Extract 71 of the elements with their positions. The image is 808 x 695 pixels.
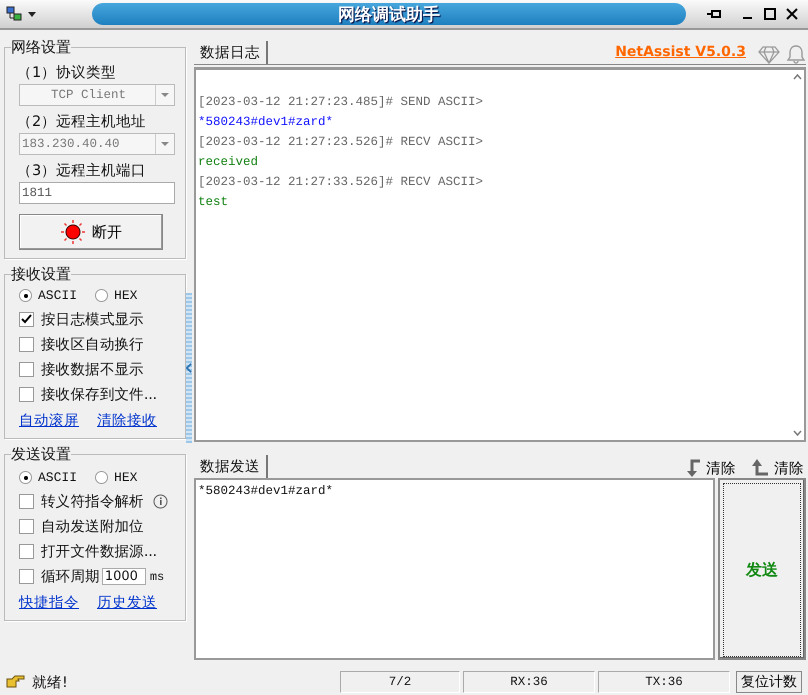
option-label: 接收保存到文件... <box>41 386 157 404</box>
disconnect-button[interactable]: 断开 <box>19 214 163 250</box>
pin-icon[interactable] <box>706 8 722 20</box>
radio-icon[interactable] <box>19 289 32 302</box>
window-title: 网络调试助手 <box>338 4 440 26</box>
app-icon[interactable] <box>6 6 22 22</box>
log-line: [2023-03-12 21:27:33.526]# RECV ASCII> <box>198 174 484 191</box>
option-label: 按日志模式显示 <box>41 311 144 329</box>
status-light-icon <box>60 219 86 245</box>
clear-button[interactable]: 清除 <box>682 458 738 478</box>
radio-icon[interactable] <box>95 289 108 302</box>
checkbox[interactable] <box>19 519 34 534</box>
radio-icon[interactable] <box>95 471 108 484</box>
close-icon[interactable] <box>786 8 798 20</box>
checkbox[interactable] <box>19 312 34 327</box>
host-dropdown[interactable]: 183.230.40.40 <box>19 133 175 155</box>
checkbox[interactable] <box>19 544 34 559</box>
field-label: （2）远程主机地址 <box>17 112 148 131</box>
log-line: [2023-03-12 21:27:23.485]# SEND ASCII> <box>198 94 484 111</box>
option-label: 接收区自动换行 <box>41 336 144 354</box>
action-link[interactable]: 快捷指令 <box>19 593 79 612</box>
scroll-up-icon[interactable] <box>793 74 802 80</box>
checkbox[interactable] <box>19 387 34 402</box>
field-label: （3）远程主机端口 <box>17 162 148 180</box>
option-label: 打开文件数据源... <box>41 543 157 561</box>
tx-cell: TX:36 <box>598 671 730 693</box>
mode-radio[interactable]: ASCII <box>19 288 78 303</box>
option-label: 循环周期 <box>41 568 100 586</box>
log-line: test <box>198 194 230 211</box>
count-cell: 7/2 <box>340 671 460 693</box>
radio-icon[interactable] <box>19 471 32 484</box>
splitter-handle[interactable] <box>186 293 192 443</box>
action-link[interactable]: 清除接收 <box>97 411 157 430</box>
option-label: 转义符指令解析 <box>41 492 144 511</box>
group-title: 发送设置 <box>11 445 71 464</box>
group-title: 网络设置 <box>11 38 71 57</box>
log-line: [2023-03-12 21:27:23.526]# RECV ASCII> <box>198 134 484 151</box>
group-title: 接收设置 <box>11 265 71 284</box>
send-input[interactable]: *580243#dev1#zard* <box>194 478 715 660</box>
status-message: 就绪! <box>32 674 68 692</box>
checkbox[interactable] <box>19 337 34 352</box>
diamond-icon[interactable] <box>758 46 780 64</box>
mode-radio[interactable]: ASCII <box>19 470 78 485</box>
period-field[interactable]: 1000 <box>102 568 146 585</box>
option-label: 接收数据不显示 <box>41 361 144 379</box>
action-link[interactable]: 自动滚屏 <box>19 411 79 430</box>
reset-count-button[interactable]: 复位计数 <box>736 671 802 693</box>
mode-radio[interactable]: HEX <box>95 470 138 485</box>
dropdown-caret-icon[interactable] <box>28 12 36 16</box>
log-line: received <box>198 154 260 171</box>
checkbox[interactable] <box>19 569 34 584</box>
field-label: （1）协议类型 <box>17 64 118 82</box>
rx-cell: RX:36 <box>463 671 595 693</box>
scroll-down-icon[interactable] <box>793 430 802 436</box>
action-link[interactable]: 历史发送 <box>97 593 157 612</box>
bell-icon[interactable] <box>786 44 806 64</box>
mode-radio[interactable]: HEX <box>95 288 138 303</box>
pointing-hand-icon <box>6 675 26 689</box>
down-arrow-icon <box>684 458 702 478</box>
protocol-dropdown[interactable]: TCP Client <box>19 84 175 106</box>
clear-button[interactable]: 清除 <box>750 458 806 478</box>
log-line: *580243#dev1#zard* <box>198 114 334 131</box>
maximize-icon[interactable] <box>764 8 776 20</box>
info-icon[interactable] <box>152 494 168 509</box>
port-field[interactable]: 1811 <box>19 182 175 204</box>
up-arrow-icon <box>752 458 770 478</box>
checkbox[interactable] <box>19 362 34 377</box>
unit-label: ms <box>150 570 164 584</box>
send-button[interactable]: 发送 <box>718 478 806 660</box>
option-label: 自动发送附加位 <box>41 518 144 536</box>
checkbox[interactable] <box>19 494 34 509</box>
